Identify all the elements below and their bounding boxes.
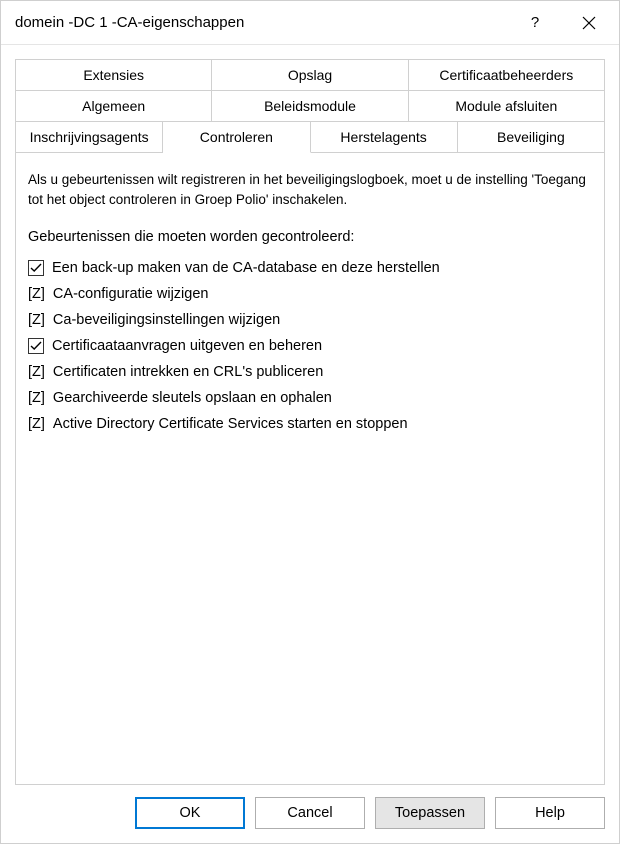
tab-exit-module[interactable]: Module afsluiten [409,91,605,122]
dialog-window: domein -DC 1 -CA-eigenschappen ? Extensi… [0,0,620,844]
info-text: Als u gebeurtenissen wilt registreren in… [28,170,592,211]
tab-label: Herstelagents [340,129,426,145]
tab-label: Certificaatbeheerders [439,67,573,83]
audit-item-label: Ca-beveiligingsinstellingen wijzigen [53,312,280,328]
audit-item-ca-security[interactable]: [Z] Ca-beveiligingsinstellingen wijzigen [28,307,592,333]
close-button[interactable] [571,5,607,41]
audit-item-label: Certificaten intrekken en CRL's publicer… [53,364,323,380]
tab-storage[interactable]: Opslag [212,59,408,91]
tab-label: Beleidsmodule [264,98,356,114]
tab-cert-managers[interactable]: Certificaatbeheerders [409,59,605,91]
tab-row-2: Algemeen Beleidsmodule Module afsluiten [15,91,605,122]
tab-strip: Extensies Opslag Certificaatbeheerders A… [15,59,605,153]
tab-label: Module afsluiten [455,98,557,114]
close-icon [582,16,596,30]
tab-label: Beveiliging [497,129,565,145]
tab-row-3: Inschrijvingsagents Controleren Herstela… [15,122,605,153]
mixed-state-marker: [Z] [28,286,45,302]
tab-label: Opslag [288,67,332,83]
tab-label: Controleren [200,129,273,145]
button-label: Toepassen [395,805,465,821]
audit-item-ca-config[interactable]: [Z] CA-configuratie wijzigen [28,281,592,307]
dialog-body: Extensies Opslag Certificaatbeheerders A… [1,45,619,785]
mixed-state-marker: [Z] [28,364,45,380]
help-button-bottom[interactable]: Help [495,797,605,829]
tab-enrollment-agents[interactable]: Inschrijvingsagents [15,122,163,153]
audit-item-label: Certificaataanvragen uitgeven en beheren [52,338,322,354]
tab-label: Algemeen [82,98,145,114]
audit-item-revoke-publish[interactable]: [Z] Certificaten intrekken en CRL's publ… [28,359,592,385]
tab-auditing[interactable]: Controleren [163,122,310,153]
checkbox-icon[interactable] [28,260,44,276]
titlebar: domein -DC 1 -CA-eigenschappen ? [1,1,619,45]
audit-item-label: Een back-up maken van de CA-database en … [52,260,440,276]
tab-policy-module[interactable]: Beleidsmodule [212,91,408,122]
cancel-button[interactable]: Cancel [255,797,365,829]
audit-item-archived-keys[interactable]: [Z] Gearchiveerde sleutels opslaan en op… [28,385,592,411]
button-label: OK [180,805,201,821]
tab-row-1: Extensies Opslag Certificaatbeheerders [15,59,605,91]
tab-recovery-agents[interactable]: Herstelagents [311,122,458,153]
button-label: Help [535,805,565,821]
audit-item-label: Active Directory Certificate Services st… [53,416,408,432]
mixed-state-marker: [Z] [28,390,45,406]
apply-button[interactable]: Toepassen [375,797,485,829]
checkbox-icon[interactable] [28,338,44,354]
audit-item-start-stop[interactable]: [Z] Active Directory Certificate Service… [28,411,592,437]
button-label: Cancel [287,805,332,821]
audit-group-label: Gebeurtenissen die moeten worden gecontr… [28,229,592,245]
audit-list: Een back-up maken van de CA-database en … [28,255,592,437]
dialog-button-row: OK Cancel Toepassen Help [1,785,619,843]
help-button[interactable]: ? [517,5,553,41]
window-title: domein -DC 1 -CA-eigenschappen [15,14,517,31]
audit-item-label: CA-configuratie wijzigen [53,286,209,302]
tab-extensions[interactable]: Extensies [15,59,212,91]
tab-panel-auditing: Als u gebeurtenissen wilt registreren in… [15,152,605,785]
tab-label: Extensies [83,67,144,83]
mixed-state-marker: [Z] [28,312,45,328]
mixed-state-marker: [Z] [28,416,45,432]
audit-item-issue-manage[interactable]: Certificaataanvragen uitgeven en beheren [28,333,592,359]
audit-item-backup-restore[interactable]: Een back-up maken van de CA-database en … [28,255,592,281]
tab-security[interactable]: Beveiliging [458,122,605,153]
tab-general[interactable]: Algemeen [15,91,212,122]
ok-button[interactable]: OK [135,797,245,829]
tab-label: Inschrijvingsagents [30,129,149,145]
audit-item-label: Gearchiveerde sleutels opslaan en ophale… [53,390,332,406]
